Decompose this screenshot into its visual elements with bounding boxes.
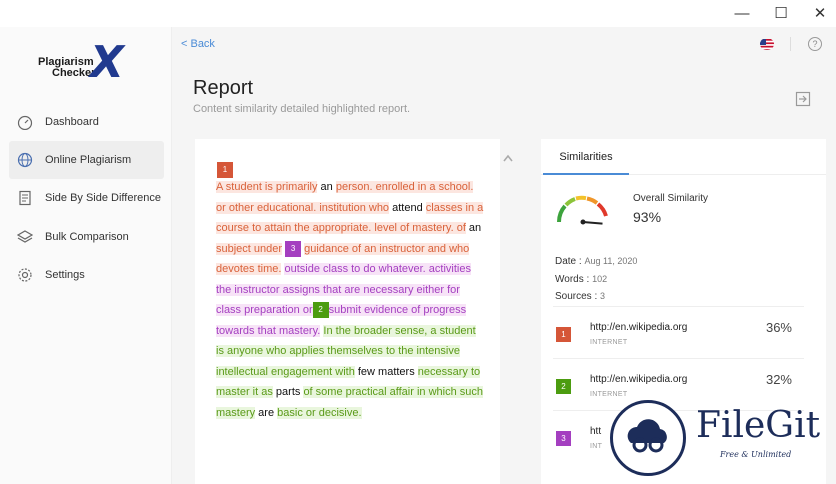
sources-row: Sources : 3 bbox=[555, 291, 605, 302]
sources-label: Sources : bbox=[555, 291, 598, 302]
watermark-tagline: Free & Unlimited bbox=[720, 450, 792, 459]
layers-icon bbox=[17, 229, 33, 245]
report-panel: 1 A student is primarily an person. enro… bbox=[195, 139, 500, 484]
plain-text: parts bbox=[272, 386, 304, 398]
plain-text: are bbox=[255, 406, 278, 419]
sidebar-item-label: Dashboard bbox=[45, 116, 99, 128]
source-badge-2: 2 bbox=[312, 302, 329, 319]
app-logo: Plagiarism Checker X bbox=[38, 41, 138, 87]
gauge-needle bbox=[582, 221, 603, 225]
overall-similarity-value: 93% bbox=[633, 209, 662, 225]
logo-x-mark: X bbox=[90, 37, 124, 88]
globe-icon bbox=[17, 152, 33, 168]
filegit-logo-icon bbox=[610, 400, 686, 476]
date-value: Aug 11, 2020 bbox=[584, 256, 638, 266]
plain-text: an bbox=[465, 222, 482, 234]
sidebar-item-bulk-comparison[interactable]: Bulk Comparison bbox=[9, 218, 164, 256]
tab-similarities[interactable]: Similarities bbox=[543, 139, 629, 175]
highlight-source-1[interactable]: subject under bbox=[216, 242, 283, 255]
report-text: A student is primarily an person. enroll… bbox=[216, 177, 486, 423]
minimize-button[interactable]: — bbox=[732, 4, 752, 24]
close-button[interactable]: ✕ bbox=[810, 4, 830, 24]
maximize-button[interactable]: ☐ bbox=[771, 4, 791, 24]
words-row: Words : 102 bbox=[555, 274, 607, 285]
sidebar-item-label: Settings bbox=[45, 269, 85, 281]
watermark-name: FileGit bbox=[696, 405, 821, 446]
source-type: INTERNET bbox=[590, 339, 628, 346]
source-badge: 3 bbox=[556, 431, 571, 446]
words-label: Words : bbox=[555, 274, 590, 285]
source-badge: 2 bbox=[556, 379, 571, 394]
header-separator bbox=[790, 37, 791, 51]
sources-value: 3 bbox=[600, 291, 606, 301]
sidebar-item-dashboard[interactable]: Dashboard bbox=[9, 103, 164, 141]
highlight-source-1[interactable]: A student is primarily bbox=[216, 181, 318, 193]
chevron-up-icon[interactable] bbox=[503, 149, 513, 162]
source-percent: 36% bbox=[765, 320, 792, 335]
sidebar-item-label: Online Plagiarism bbox=[45, 154, 132, 166]
overall-similarity-label: Overall Similarity bbox=[633, 193, 709, 204]
back-link[interactable]: < Back bbox=[181, 38, 215, 50]
plain-text: attend bbox=[389, 201, 426, 214]
date-label: Date : bbox=[555, 256, 582, 267]
sidebar: Plagiarism Checker X Dashboard Online Pl… bbox=[0, 27, 172, 484]
plain-text: few matters bbox=[354, 365, 418, 378]
similarity-gauge bbox=[553, 190, 613, 226]
source-row[interactable]: 1 http://en.wikipedia.org INTERNET 36% bbox=[553, 306, 804, 358]
words-value: 102 bbox=[592, 274, 608, 284]
dashboard-icon bbox=[17, 114, 33, 130]
date-row: Date : Aug 11, 2020 bbox=[555, 256, 637, 267]
plain-text: an bbox=[317, 181, 336, 193]
us-flag-icon[interactable] bbox=[760, 38, 774, 50]
gear-icon bbox=[17, 267, 33, 283]
page-subtitle: Content similarity detailed highlighted … bbox=[193, 103, 411, 115]
source-badge-1: 1 bbox=[217, 162, 233, 178]
export-icon[interactable] bbox=[795, 91, 811, 107]
sidebar-item-online-plagiarism[interactable]: Online Plagiarism bbox=[9, 141, 164, 179]
sidebar-item-label: Side By Side Difference bbox=[45, 192, 161, 204]
source-badge: 1 bbox=[556, 327, 571, 342]
sidebar-item-settings[interactable]: Settings bbox=[9, 256, 164, 294]
highlight-source-2[interactable]: basic or decisive. bbox=[277, 406, 362, 419]
title-bar: — ☐ ✕ bbox=[0, 0, 836, 27]
page-title: Report bbox=[193, 77, 254, 99]
filegit-watermark: FileGit Free & Unlimited bbox=[600, 390, 836, 484]
sidebar-item-side-by-side[interactable]: Side By Side Difference bbox=[9, 179, 164, 217]
source-url[interactable]: http://en.wikipedia.org bbox=[590, 322, 687, 333]
help-icon[interactable]: ? bbox=[808, 37, 822, 51]
source-percent: 32% bbox=[765, 372, 792, 387]
source-url[interactable]: http://en.wikipedia.org bbox=[590, 374, 687, 385]
logo-line2: Checker bbox=[52, 67, 96, 79]
document-icon bbox=[17, 190, 33, 206]
source-badge-3: 3 bbox=[285, 240, 302, 257]
sidebar-item-label: Bulk Comparison bbox=[45, 231, 129, 243]
